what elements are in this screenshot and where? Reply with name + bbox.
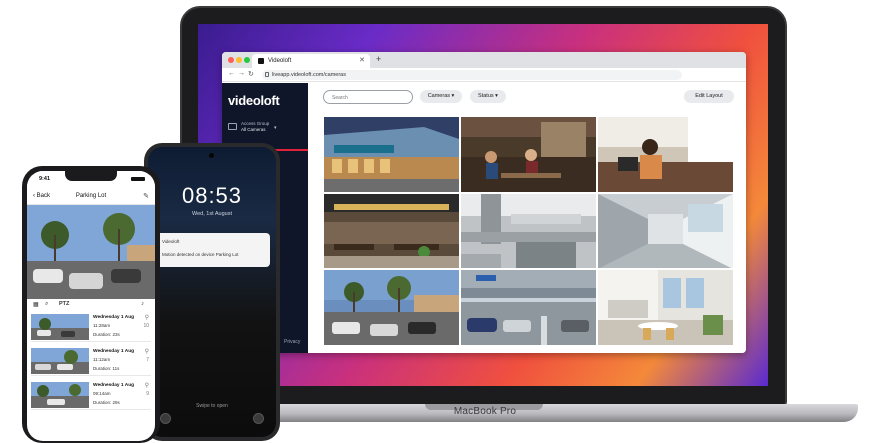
camera-grid: [324, 117, 733, 345]
android-lock-screen: 08:53 Wed, 1st August Videoloft Motion d…: [148, 147, 276, 437]
status-filter-label: Status: [478, 93, 494, 99]
motion-icon: ⚲: [144, 349, 149, 355]
swipe-to-open-hint: Swipe to open: [196, 403, 228, 409]
camera-tile-break-room[interactable]: [598, 270, 733, 345]
motion-notification[interactable]: Videoloft Motion detected on device Park…: [154, 233, 270, 267]
status-time: 9:41: [39, 176, 51, 182]
videoloft-app: videoloft Access Group All Cameras ▾ Pri…: [222, 83, 746, 353]
new-tab-icon[interactable]: +: [376, 54, 381, 64]
cameras-filter-dropdown[interactable]: Cameras ▾: [420, 90, 462, 103]
laptop-model-label: MacBook Pro: [453, 406, 517, 417]
url-field[interactable]: liveapp.videoloft.com/cameras: [262, 70, 682, 80]
front-camera: [209, 153, 214, 158]
list-item[interactable]: Wednesday 1 Aug 11:12am Duration: 11s ⚲ …: [31, 346, 151, 376]
search-input[interactable]: Search: [323, 90, 413, 104]
event-thumbnail: [31, 382, 89, 408]
event-time: 11:12am: [93, 357, 111, 362]
device-showcase: MacBook Pro Videoloft ✕ + ← → ↻ liveapp.…: [0, 0, 872, 443]
lock-icon: [265, 72, 269, 77]
event-time: 09:14am: [93, 391, 111, 396]
calendar-icon[interactable]: ▦: [33, 301, 39, 308]
iphone-notch: [65, 171, 117, 181]
event-date: Wednesday 1 Aug: [93, 349, 135, 354]
edit-pencil-icon[interactable]: ✎: [143, 192, 149, 200]
browser-tab-bar: Videoloft ✕ +: [222, 52, 746, 68]
motion-icon: ⚲: [144, 383, 149, 389]
event-date: Wednesday 1 Aug: [93, 383, 135, 388]
event-duration: Duration: 29s: [93, 400, 120, 405]
camera-tile-storefront[interactable]: [324, 117, 459, 192]
browser-tab[interactable]: Videoloft ✕: [252, 54, 370, 68]
event-date: Wednesday 1 Aug: [93, 315, 135, 320]
list-item[interactable]: Wednesday 1 Aug 11:28am Duration: 23s ⚲ …: [31, 312, 151, 342]
event-count: 7: [146, 357, 149, 363]
chevron-down-icon: ▾: [274, 125, 277, 131]
camera-tile-corridor[interactable]: [598, 193, 733, 269]
browser-tab-title: Videoloft: [268, 58, 292, 64]
event-duration: Duration: 11s: [93, 366, 120, 371]
microphone-icon[interactable]: ♪: [141, 301, 144, 307]
cameras-filter-label: Cameras: [427, 93, 450, 99]
videoloft-favicon-icon: [258, 58, 264, 64]
forward-arrow-icon[interactable]: →: [238, 70, 245, 77]
event-thumbnail: [31, 314, 89, 340]
event-count: 9: [146, 391, 149, 397]
browser-address-bar: ← → ↻ liveapp.videoloft.com/cameras: [222, 68, 746, 82]
lock-screen-clock: 08:53: [181, 183, 243, 208]
account-group-label: Access Group: [241, 121, 270, 126]
camera-group-icon: [228, 123, 237, 130]
status-filter-dropdown[interactable]: Status ▾: [470, 90, 506, 103]
reload-icon[interactable]: ↻: [248, 70, 254, 78]
status-bar: 9:41: [27, 171, 155, 189]
maximize-window-button[interactable]: [244, 57, 250, 63]
account-group-value: All Cameras: [241, 127, 266, 132]
close-window-button[interactable]: [228, 57, 234, 63]
camera-tile-industrial-kitchen[interactable]: [461, 193, 596, 269]
event-duration: Duration: 23s: [93, 332, 120, 337]
camera-tile-parking-lot[interactable]: [324, 270, 459, 345]
edit-layout-button[interactable]: Edit Layout: [684, 90, 734, 103]
iphone-app-screen: 9:41 ‹ Back Parking Lot ✎ ▦ ⌕ PTZ ♪ Wedn…: [27, 171, 155, 441]
nav-header: ‹ Back Parking Lot ✎: [27, 189, 155, 205]
camera-tile-cafe-interior[interactable]: [461, 117, 596, 192]
browser-window: Videoloft ✕ + ← → ↻ liveapp.videoloft.co…: [222, 52, 746, 353]
ptz-button[interactable]: PTZ: [59, 301, 69, 307]
event-time: 11:28am: [93, 323, 111, 328]
videoloft-logo[interactable]: videoloft: [228, 93, 280, 108]
list-item[interactable]: Wednesday 1 Aug 09:14am Duration: 29s ⚲ …: [31, 380, 151, 410]
tab-close-icon[interactable]: ✕: [359, 56, 365, 64]
url-text: liveapp.videoloft.com/cameras: [272, 72, 346, 78]
notification-app-name: Videoloft: [162, 239, 180, 244]
minimize-window-button[interactable]: [236, 57, 242, 63]
chevron-down-icon: ▾: [451, 93, 455, 99]
camera-tile-restaurant-seating[interactable]: [324, 193, 459, 269]
privacy-link[interactable]: Privacy: [284, 339, 300, 345]
account-group-selector[interactable]: Access Group All Cameras ▾: [228, 121, 302, 135]
phone-shortcut-icon[interactable]: [160, 413, 171, 424]
search-icon[interactable]: ⌕: [45, 301, 48, 308]
chevron-down-icon: ▾: [495, 93, 498, 99]
live-camera-feed[interactable]: [27, 205, 155, 299]
motion-icon: ⚲: [144, 315, 149, 321]
camera-toolbar: ▦ ⌕ PTZ ♪: [27, 299, 155, 311]
camera-tile-parking-garage[interactable]: [461, 270, 596, 345]
event-thumbnail: [31, 348, 89, 374]
back-arrow-icon[interactable]: ←: [228, 70, 235, 77]
event-count: 10: [143, 323, 149, 329]
camera-shortcut-icon[interactable]: [253, 413, 264, 424]
battery-icon: [131, 177, 145, 181]
lock-screen-date: Wed, 1st August: [192, 211, 232, 217]
camera-tile-woman-at-laptop[interactable]: [598, 117, 733, 192]
camera-title: Parking Lot: [75, 193, 107, 199]
camera-view: Search Cameras ▾ Status ▾ Edit Layout: [308, 83, 746, 353]
notification-message: Motion detected on device Parking Lot: [162, 252, 239, 257]
